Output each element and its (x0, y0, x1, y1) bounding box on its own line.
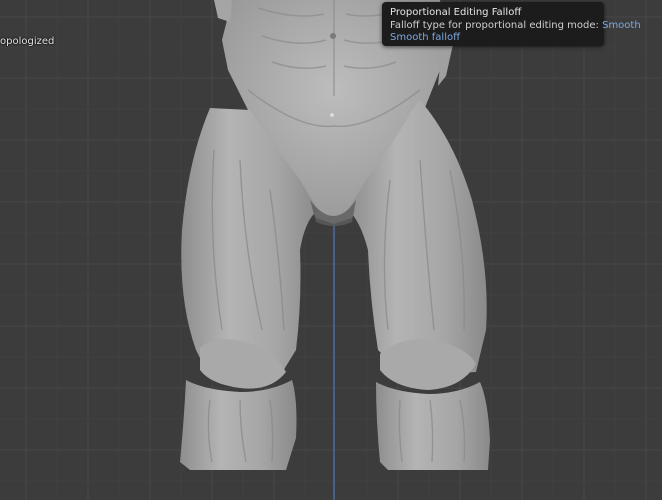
navel (330, 33, 336, 39)
tooltip-title: Proportional Editing Falloff (390, 7, 522, 18)
left-shin (180, 380, 297, 470)
tooltip-subtitle: Smooth falloff (390, 32, 460, 43)
tooltip-description: Falloff type for proportional editing mo… (390, 19, 641, 33)
left-arm-fragment (214, 0, 232, 22)
sculpt-mesh[interactable] (0, 0, 662, 500)
tooltip-proportional-falloff: Proportional Editing Falloff Falloff typ… (382, 2, 641, 46)
tooltip-value: Smooth (602, 19, 641, 31)
3d-viewport[interactable]: opologized Proportional Editing Falloff … (0, 0, 662, 500)
vertex-dot (330, 113, 334, 117)
object-name-label: opologized (0, 36, 55, 47)
tooltip-description-text: Falloff type for proportional editing mo… (390, 19, 599, 31)
